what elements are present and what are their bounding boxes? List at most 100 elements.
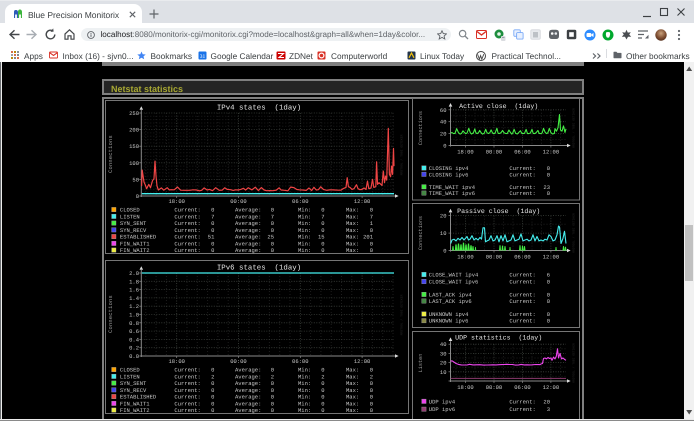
- svg-text:0: 0: [271, 247, 274, 254]
- svg-text:0.0: 0.0: [129, 353, 139, 360]
- svg-text:Current:: Current:: [509, 298, 535, 305]
- svg-text:0.4: 0.4: [129, 336, 140, 343]
- svg-text:LAST_ACK ipv6: LAST_ACK ipv6: [428, 298, 471, 305]
- svg-text:12:00: 12:00: [542, 383, 559, 390]
- svg-text:12:00: 12:00: [542, 253, 559, 260]
- svg-text:40: 40: [439, 341, 446, 348]
- svg-text:UDP ipv6: UDP ipv6: [428, 406, 454, 413]
- svg-text:00:00: 00:00: [485, 383, 502, 390]
- svg-text:TIME_WAIT ipv6: TIME_WAIT ipv6: [428, 190, 474, 197]
- svg-text:06:00: 06:00: [514, 253, 531, 260]
- svg-text:40: 40: [439, 119, 446, 126]
- svg-text:Connections: Connections: [418, 111, 424, 145]
- svg-text:18:00: 18:00: [457, 148, 474, 155]
- svg-text:Active close (1day): Active close (1day): [459, 103, 538, 110]
- svg-text:0.6: 0.6: [129, 328, 139, 335]
- svg-text:RRDTOOL / TOBI OETIKER: RRDTOOL / TOBI OETIKER: [400, 294, 404, 335]
- svg-text:RRDTOOL / TOBI OETIKER: RRDTOOL / TOBI OETIKER: [400, 134, 404, 175]
- svg-text:00:00: 00:00: [230, 358, 247, 365]
- svg-text:12:00: 12:00: [354, 358, 371, 365]
- svg-text:1.2: 1.2: [129, 303, 139, 310]
- svg-text:0: 0: [546, 298, 549, 305]
- svg-text:100: 100: [129, 159, 139, 166]
- svg-text:00:00: 00:00: [485, 148, 502, 155]
- svg-text:FIN_WAIT2: FIN_WAIT2: [120, 247, 150, 254]
- svg-text:0: 0: [546, 318, 549, 325]
- svg-text:0: 0: [370, 407, 373, 414]
- svg-text:CLOSING ipv6: CLOSING ipv6: [428, 171, 468, 178]
- svg-text:2.0: 2.0: [129, 270, 139, 277]
- svg-text:UDP statistics (1day): UDP statistics (1day): [455, 334, 542, 341]
- svg-text:20: 20: [439, 213, 446, 220]
- svg-text:RRDTOOL / TOBI OETIKER: RRDTOOL / TOBI OETIKER: [571, 108, 575, 148]
- svg-text:10: 10: [439, 230, 446, 237]
- svg-text:3: 3: [546, 406, 549, 413]
- svg-text:250: 250: [129, 110, 139, 117]
- svg-text:IPv6 states (1day): IPv6 states (1day): [217, 263, 301, 272]
- svg-text:10: 10: [439, 368, 446, 375]
- svg-text:Connections: Connections: [108, 295, 114, 333]
- svg-text:60: 60: [439, 107, 446, 114]
- svg-text:1.8: 1.8: [129, 278, 139, 285]
- svg-text:Min:: Min:: [298, 247, 311, 254]
- svg-text:CLOSE_WAIT ipv6: CLOSE_WAIT ipv6: [428, 279, 478, 286]
- svg-text:20: 20: [439, 131, 446, 138]
- svg-text:Average:: Average:: [235, 407, 261, 414]
- svg-text:Current:: Current:: [509, 398, 535, 405]
- svg-text:12:00: 12:00: [354, 198, 371, 205]
- svg-text:0: 0: [321, 407, 324, 414]
- svg-text:06:00: 06:00: [292, 358, 309, 365]
- svg-text:RRDTOOL / TOBI OETIKER: RRDTOOL / TOBI OETIKER: [571, 213, 575, 253]
- svg-text:Min:: Min:: [298, 407, 311, 414]
- svg-text:Connections: Connections: [108, 135, 114, 173]
- svg-text:Current:: Current:: [509, 406, 535, 413]
- svg-text:0.2: 0.2: [129, 344, 139, 351]
- svg-text:06:00: 06:00: [292, 198, 309, 205]
- svg-text:Current:: Current:: [174, 407, 200, 414]
- svg-text:Max:: Max:: [346, 407, 359, 414]
- svg-text:18:00: 18:00: [168, 198, 185, 205]
- svg-text:Connections: Connections: [418, 216, 424, 250]
- svg-text:200: 200: [129, 126, 139, 133]
- svg-text:0: 0: [211, 407, 214, 414]
- svg-text:Current:: Current:: [509, 318, 535, 325]
- svg-text:0: 0: [546, 279, 549, 286]
- svg-text:0: 0: [211, 247, 214, 254]
- svg-text:Current:: Current:: [509, 190, 535, 197]
- svg-text:0: 0: [136, 193, 139, 200]
- svg-text:0: 0: [370, 247, 373, 254]
- svg-text:UDP ipv4: UDP ipv4: [428, 398, 455, 405]
- svg-text:00:00: 00:00: [230, 198, 247, 205]
- svg-text:Current:: Current:: [174, 247, 200, 254]
- svg-text:06:00: 06:00: [514, 148, 531, 155]
- svg-text:150: 150: [129, 143, 139, 150]
- svg-text:IPv4 states (1day): IPv4 states (1day): [217, 103, 301, 112]
- svg-text:6: 6: [546, 272, 549, 279]
- svg-text:0: 0: [443, 248, 446, 255]
- svg-text:1.0: 1.0: [129, 311, 139, 318]
- svg-text:0: 0: [271, 407, 274, 414]
- svg-text:UNKNOWN ipv6: UNKNOWN ipv6: [428, 318, 468, 325]
- svg-text:12:00: 12:00: [542, 148, 559, 155]
- svg-text:06:00: 06:00: [514, 383, 531, 390]
- svg-text:18:00: 18:00: [168, 358, 185, 365]
- svg-text:0.8: 0.8: [129, 319, 139, 326]
- svg-text:Current:: Current:: [509, 272, 535, 279]
- svg-text:00:00: 00:00: [485, 253, 502, 260]
- svg-text:20: 20: [543, 398, 550, 405]
- svg-text:0: 0: [546, 190, 549, 197]
- svg-text:20: 20: [439, 359, 446, 366]
- svg-text:50: 50: [132, 176, 139, 183]
- svg-text:0: 0: [321, 247, 324, 254]
- svg-text:Current:: Current:: [509, 171, 535, 178]
- svg-text:1.4: 1.4: [129, 294, 140, 301]
- svg-text:Listen: Listen: [418, 353, 424, 372]
- svg-text:RRDTOOL / TOBI OETIKER: RRDTOOL / TOBI OETIKER: [571, 342, 575, 382]
- svg-text:Average:: Average:: [235, 247, 261, 254]
- svg-text:1.6: 1.6: [129, 286, 139, 293]
- svg-text:CLOSE_WAIT ipv4: CLOSE_WAIT ipv4: [428, 272, 478, 279]
- svg-text:Current:: Current:: [509, 279, 535, 286]
- svg-text:18:00: 18:00: [457, 253, 474, 260]
- svg-text:0: 0: [546, 171, 549, 178]
- svg-text:Passive close (1day): Passive close (1day): [457, 208, 540, 215]
